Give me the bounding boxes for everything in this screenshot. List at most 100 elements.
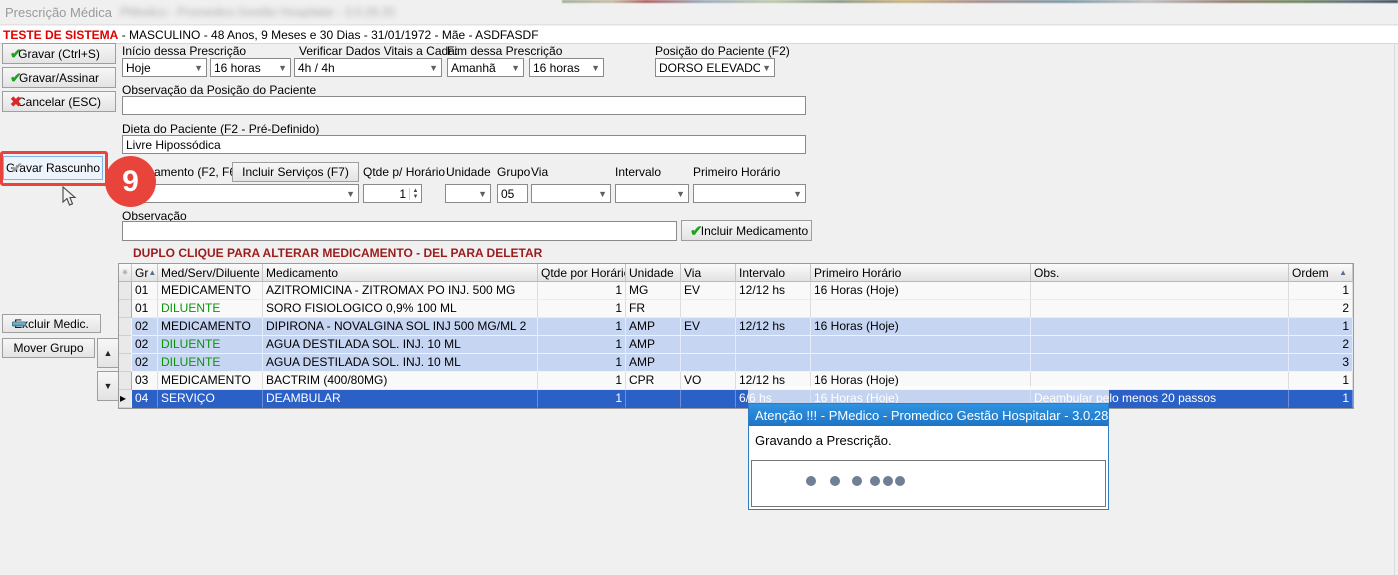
grid-header-gr[interactable]: Gr▲ (132, 264, 158, 282)
end-day-select[interactable]: Amanhã ▼ (447, 58, 524, 77)
cell-ordem[interactable]: 2 (1289, 300, 1353, 318)
cell-qtde[interactable]: 1 (538, 282, 626, 300)
cell-ordem[interactable]: 1 (1289, 282, 1353, 300)
cell-ordem[interactable]: 1 (1289, 318, 1353, 336)
cell-ordem[interactable]: 1 (1289, 372, 1353, 390)
save-sign-button[interactable]: ✔ Gravar/Assinar (2, 67, 116, 88)
row-indicator[interactable] (119, 318, 132, 336)
table-row[interactable]: 03MEDICAMENTOBACTRIM (400/80MG)1CPRVO12/… (119, 372, 1353, 390)
row-indicator[interactable] (119, 354, 132, 372)
cell-med[interactable]: AGUA DESTILADA SOL. INJ. 10 ML (263, 354, 538, 372)
cell-qtde[interactable]: 1 (538, 354, 626, 372)
cell-primeiro[interactable] (811, 336, 1031, 354)
cell-tipo[interactable]: DILUENTE (158, 300, 263, 318)
grid-header-obs-[interactable]: Obs. (1031, 264, 1289, 282)
delete-medication-button[interactable]: Excluir Medic. (2, 314, 101, 333)
medication-select[interactable]: ▼ (122, 184, 359, 203)
cell-ordem[interactable]: 2 (1289, 336, 1353, 354)
start-day-select[interactable]: Hoje ▼ (122, 58, 207, 77)
cell-gr[interactable]: 02 (132, 318, 158, 336)
group-input[interactable] (497, 184, 528, 203)
cell-med[interactable]: DEAMBULAR (263, 390, 538, 408)
cell-gr[interactable]: 01 (132, 300, 158, 318)
unit-select[interactable]: ▼ (445, 184, 491, 203)
cell-ordem[interactable]: 3 (1289, 354, 1353, 372)
cell-obs[interactable] (1031, 300, 1289, 318)
patient-position-select[interactable]: DORSO ELEVADO 30 G ▼ (655, 58, 775, 77)
cell-unidade[interactable]: MG (626, 282, 681, 300)
table-row[interactable]: ▸04SERVIÇODEAMBULAR16/6 hs16 Horas (Hoje… (119, 390, 1353, 408)
cell-via[interactable] (681, 300, 736, 318)
interval-select[interactable]: ▼ (615, 184, 689, 203)
observation-input[interactable] (122, 221, 677, 241)
grid-header-qtde-por-hor-rio[interactable]: Qtde por Horário (538, 264, 626, 282)
cell-via[interactable]: VO (681, 372, 736, 390)
cell-ordem[interactable]: 1 (1289, 390, 1353, 408)
table-row[interactable]: 01MEDICAMENTOAZITROMICINA - ZITROMAX PO … (119, 282, 1353, 300)
cell-gr[interactable]: 03 (132, 372, 158, 390)
save-draft-button[interactable]: ✔ Gravar Rascunho (3, 156, 103, 180)
end-time-select[interactable]: 16 horas ▼ (529, 58, 604, 77)
cell-qtde[interactable]: 1 (538, 300, 626, 318)
cell-primeiro[interactable]: 16 Horas (Hoje) (811, 318, 1031, 336)
cell-unidade[interactable]: AMP (626, 336, 681, 354)
cancel-button[interactable]: ✖ Cancelar (ESC) (2, 91, 116, 112)
cell-qtde[interactable]: 1 (538, 390, 626, 408)
move-group-button[interactable]: Mover Grupo (2, 338, 95, 358)
cell-med[interactable]: AZITROMICINA - ZITROMAX PO INJ. 500 MG (263, 282, 538, 300)
cell-obs[interactable] (1031, 318, 1289, 336)
cell-tipo[interactable]: MEDICAMENTO (158, 282, 263, 300)
cell-qtde[interactable]: 1 (538, 318, 626, 336)
cell-intervalo[interactable]: 12/12 hs (736, 282, 811, 300)
first-schedule-select[interactable]: ▼ (693, 184, 806, 203)
stepper-arrows-icon[interactable]: ▲▼ (409, 188, 421, 200)
cell-via[interactable] (681, 336, 736, 354)
cell-via[interactable]: EV (681, 318, 736, 336)
cell-tipo[interactable]: DILUENTE (158, 354, 263, 372)
cell-unidade[interactable]: AMP (626, 318, 681, 336)
cell-med[interactable]: SORO FISIOLOGICO 0,9% 100 ML (263, 300, 538, 318)
include-services-button[interactable]: Incluir Serviços (F7) (232, 162, 359, 182)
cell-unidade[interactable] (626, 390, 681, 408)
grid-header-unidade[interactable]: Unidade (626, 264, 681, 282)
table-row[interactable]: 02DILUENTEAGUA DESTILADA SOL. INJ. 10 ML… (119, 354, 1353, 372)
cell-obs[interactable] (1031, 282, 1289, 300)
cell-via[interactable] (681, 354, 736, 372)
cell-obs[interactable] (1031, 336, 1289, 354)
cell-qtde[interactable]: 1 (538, 336, 626, 354)
grid-header-primeiro-hor-rio[interactable]: Primeiro Horário (811, 264, 1031, 282)
row-indicator[interactable] (119, 372, 132, 390)
patient-diet-input[interactable] (122, 135, 806, 154)
grid-header-ordem[interactable]: Ordem▲ (1289, 264, 1353, 282)
grid-header-via[interactable]: Via (681, 264, 736, 282)
grid-header-med-serv-diluente[interactable]: Med/Serv/Diluente (158, 264, 263, 282)
cell-intervalo[interactable]: 12/12 hs (736, 318, 811, 336)
cell-tipo[interactable]: SERVIÇO (158, 390, 263, 408)
cell-gr[interactable]: 02 (132, 336, 158, 354)
cell-via[interactable]: EV (681, 282, 736, 300)
grid-header-intervalo[interactable]: Intervalo (736, 264, 811, 282)
start-time-select[interactable]: 16 horas ▼ (210, 58, 291, 77)
cell-intervalo[interactable] (736, 300, 811, 318)
table-row[interactable]: 01DILUENTESORO FISIOLOGICO 0,9% 100 ML1F… (119, 300, 1353, 318)
cell-primeiro[interactable]: 16 Horas (Hoje) (811, 282, 1031, 300)
cell-unidade[interactable]: FR (626, 300, 681, 318)
include-medication-button[interactable]: ✔ Incluir Medicamento (681, 220, 812, 241)
cell-unidade[interactable]: CPR (626, 372, 681, 390)
cell-med[interactable]: DIPIRONA - NOVALGINA SOL INJ 500 MG/ML 2 (263, 318, 538, 336)
qty-per-schedule-stepper[interactable]: 1 ▲▼ (363, 184, 422, 203)
row-indicator[interactable]: ▸ (119, 390, 132, 408)
table-row[interactable]: 02DILUENTEAGUA DESTILADA SOL. INJ. 10 ML… (119, 336, 1353, 354)
cell-obs[interactable] (1031, 354, 1289, 372)
cell-primeiro[interactable] (811, 354, 1031, 372)
move-group-up-button[interactable]: ▲ (97, 338, 119, 368)
cell-tipo[interactable]: DILUENTE (158, 336, 263, 354)
cell-primeiro[interactable] (811, 300, 1031, 318)
vitals-interval-select[interactable]: 4h / 4h ▼ (294, 58, 442, 77)
cell-gr[interactable]: 04 (132, 390, 158, 408)
cell-tipo[interactable]: MEDICAMENTO (158, 318, 263, 336)
save-button[interactable]: ✔ Gravar (Ctrl+S) (2, 43, 116, 64)
row-indicator[interactable] (119, 336, 132, 354)
cell-qtde[interactable]: 1 (538, 372, 626, 390)
row-indicator[interactable] (119, 282, 132, 300)
